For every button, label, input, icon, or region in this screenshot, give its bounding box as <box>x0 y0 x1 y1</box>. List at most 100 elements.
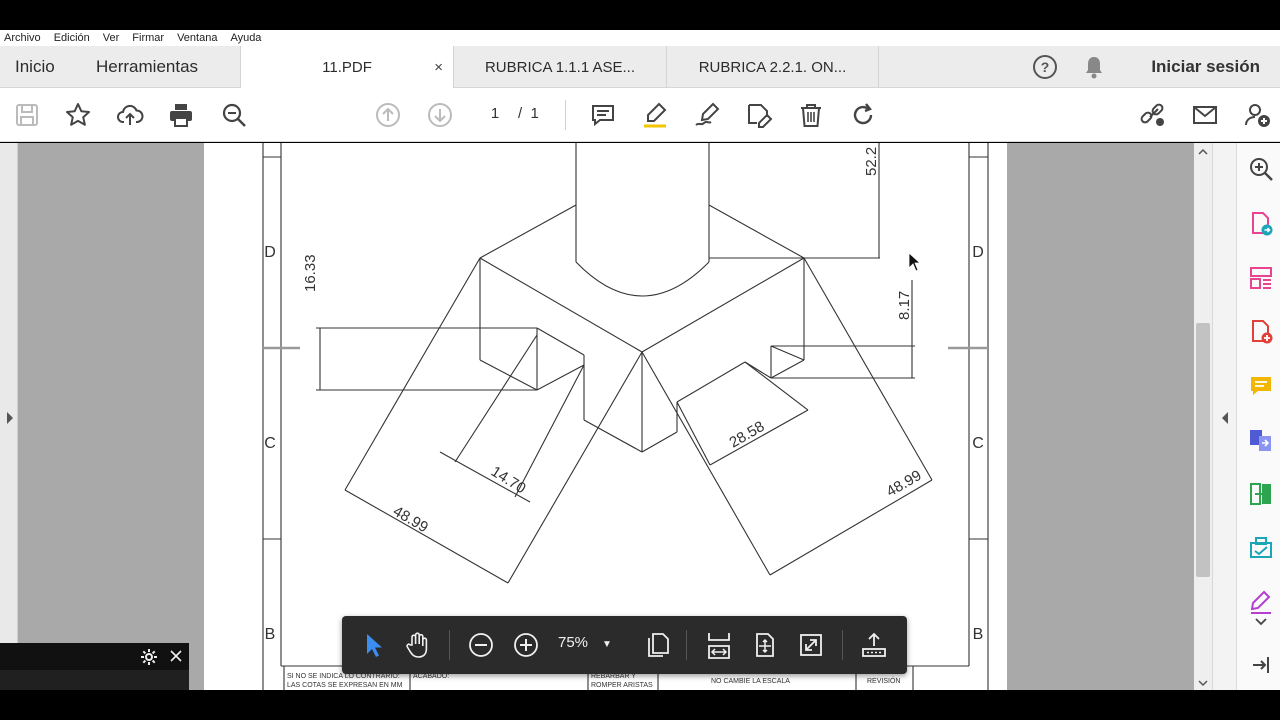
combine-files-icon[interactable] <box>1247 426 1275 454</box>
right-panel-toggle[interactable] <box>1212 143 1236 690</box>
tab-home[interactable]: Inicio <box>15 46 55 88</box>
more-tools-chevron-icon[interactable] <box>1247 613 1275 631</box>
tab-doc-rubrica-1[interactable]: RUBRICA 1.1.1 ASE... <box>453 46 666 88</box>
comment-icon[interactable] <box>588 100 618 130</box>
bell-icon[interactable] <box>1082 46 1106 88</box>
acrobat-window: Archivo Edición Ver Firmar Ventana Ayuda… <box>0 0 1280 720</box>
mini-window-titlebar <box>0 643 189 670</box>
close-icon[interactable] <box>168 648 184 669</box>
save-icon[interactable] <box>12 100 42 130</box>
trash-icon[interactable] <box>796 100 826 130</box>
collapse-panel-icon[interactable] <box>1247 651 1275 679</box>
compare-files-icon[interactable] <box>1247 480 1275 508</box>
add-user-icon[interactable] <box>1242 100 1272 130</box>
left-panel-toggle[interactable] <box>0 143 18 690</box>
pdf-page[interactable]: D D C C B B 52.2 16.33 8.17 14.70 28.58 … <box>204 143 1007 690</box>
upload-cloud-icon[interactable] <box>115 100 145 130</box>
export-pdf-icon[interactable] <box>1247 210 1275 238</box>
highlight-icon[interactable] <box>640 100 670 130</box>
zone-label: D <box>264 244 276 261</box>
title-block-text: ACABADO: <box>413 673 449 680</box>
chevron-left-icon <box>1222 412 1228 424</box>
comment-tool-icon[interactable] <box>1247 372 1275 400</box>
zone-label: B <box>265 626 276 643</box>
sign-in-link[interactable]: Iniciar sesión <box>1151 46 1260 88</box>
read-mode-icon[interactable] <box>857 628 891 662</box>
chevron-down-icon: ▼ <box>602 639 612 650</box>
zone-label: C <box>264 435 276 452</box>
svg-text:?: ? <box>1041 59 1050 75</box>
rotate-icon[interactable] <box>848 100 878 130</box>
scroll-up-icon[interactable] <box>1194 145 1212 159</box>
menu-bar: Archivo Edición Ver Firmar Ventana Ayuda <box>0 30 1280 46</box>
search-icon[interactable] <box>219 100 249 130</box>
select-arrow-icon[interactable] <box>356 628 390 662</box>
bottom-bar <box>0 690 1280 720</box>
floating-toolbar: 75% ▼ <box>342 616 907 674</box>
dimension-label: 14.70 <box>488 463 529 497</box>
next-page-icon[interactable] <box>425 100 455 130</box>
share-link-icon[interactable] <box>1138 100 1168 130</box>
tab-doc-rubrica-2[interactable]: RUBRICA 2.2.1. ON... <box>666 46 879 88</box>
zoom-level-value: 75% <box>558 634 589 651</box>
help-icon[interactable]: ? <box>1032 46 1058 88</box>
fit-width-icon[interactable] <box>702 628 736 662</box>
menu-edicion[interactable]: Edición <box>54 32 90 44</box>
title-block-text: REBARBAR Y <box>591 673 636 680</box>
dimension-label: 16.33 <box>302 254 319 292</box>
tab-doc-label: RUBRICA 1.1.1 ASE... <box>484 58 636 76</box>
chevron-right-icon <box>7 412 13 424</box>
dimension-label: 8.17 <box>896 291 913 320</box>
dimension-label: 52.2 <box>863 147 880 176</box>
menu-ayuda[interactable]: Ayuda <box>230 32 261 44</box>
page-count: 1 <box>530 105 539 122</box>
fill-sign-icon[interactable] <box>1247 588 1275 616</box>
scroll-down-icon[interactable] <box>1194 676 1212 690</box>
tab-doc-active[interactable]: 11.PDF × <box>240 46 453 89</box>
zone-label: C <box>972 435 984 452</box>
draw-pen-icon[interactable] <box>692 100 722 130</box>
page-total: / 1 <box>518 101 539 127</box>
email-icon[interactable] <box>1190 100 1220 130</box>
tab-doc-label: RUBRICA 2.2.1. ON... <box>698 58 847 76</box>
close-tab-icon[interactable]: × <box>434 59 443 76</box>
full-screen-icon[interactable] <box>794 628 828 662</box>
tools-panel <box>1236 143 1280 690</box>
settings-gear-icon[interactable] <box>140 648 158 671</box>
title-block-text: LAS COTAS SE EXPRESAN EN MM <box>287 682 403 689</box>
floating-divider <box>842 630 843 660</box>
tab-bar: Inicio Herramientas 11.PDF × RUBRICA 1.1… <box>0 46 1280 89</box>
tab-tools[interactable]: Herramientas <box>96 46 198 88</box>
page-display-icon[interactable] <box>641 628 675 662</box>
send-for-review-icon[interactable] <box>1247 534 1275 562</box>
print-icon[interactable] <box>166 100 196 130</box>
dimension-label: 48.99 <box>390 503 431 536</box>
mouse-cursor <box>908 252 922 272</box>
menu-archivo[interactable]: Archivo <box>4 32 41 44</box>
star-icon[interactable] <box>63 100 93 130</box>
menu-firmar[interactable]: Firmar <box>132 32 164 44</box>
edit-tag-icon[interactable] <box>744 100 774 130</box>
page-separator: / <box>518 105 523 122</box>
title-block-text: NO CAMBIE LA ESCALA <box>711 678 790 685</box>
dimension-label: 28.58 <box>727 418 768 451</box>
tab-doc-label: 11.PDF <box>322 59 372 76</box>
hand-tool-icon[interactable] <box>400 628 434 662</box>
page-number-input[interactable]: 1 <box>478 101 512 127</box>
organize-pages-icon[interactable] <box>1247 264 1275 292</box>
zoom-out-icon[interactable] <box>464 628 498 662</box>
menu-ventana[interactable]: Ventana <box>177 32 217 44</box>
zone-label: D <box>972 244 984 261</box>
fit-page-icon[interactable] <box>748 628 782 662</box>
scroll-thumb[interactable] <box>1196 323 1210 577</box>
create-pdf-icon[interactable] <box>1247 318 1275 346</box>
zoom-in-button-icon[interactable] <box>509 628 543 662</box>
menu-ver[interactable]: Ver <box>103 32 120 44</box>
technical-drawing: D D C C B B 52.2 16.33 8.17 14.70 28.58 … <box>262 143 989 690</box>
zoom-level-select[interactable]: 75% ▼ <box>558 634 612 651</box>
title-block-text: SI NO SE INDICA LO CONTRARIO: <box>287 673 400 680</box>
zoom-in-icon[interactable] <box>1247 155 1275 183</box>
title-block-text: REVISIÓN <box>867 676 900 685</box>
zone-label: B <box>973 626 984 643</box>
prev-page-icon[interactable] <box>373 100 403 130</box>
